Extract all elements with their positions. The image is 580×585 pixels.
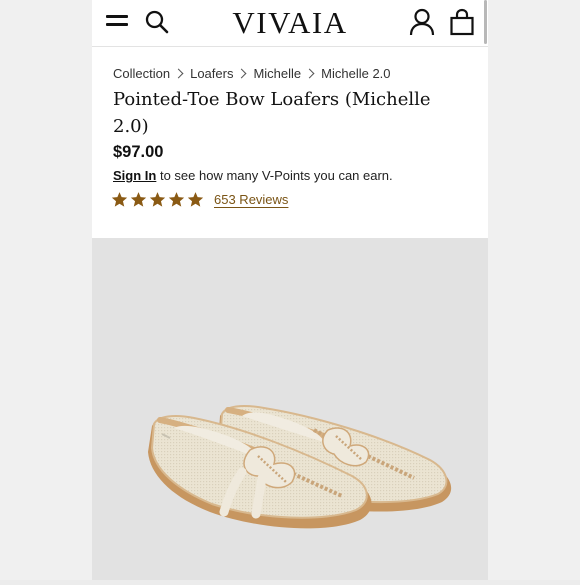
product-info: Collection Loafers Michelle Michelle 2.0… bbox=[92, 47, 488, 238]
product-price: $97.00 bbox=[113, 143, 164, 161]
breadcrumb-item-loafers[interactable]: Loafers bbox=[190, 66, 233, 81]
star-icon bbox=[168, 192, 185, 207]
reviews-link[interactable]: 653 Reviews bbox=[214, 192, 288, 207]
menu-icon[interactable] bbox=[106, 12, 130, 32]
product-rating[interactable]: 653 Reviews bbox=[111, 191, 288, 208]
search-icon[interactable] bbox=[144, 9, 170, 35]
loafers-illustration bbox=[148, 405, 452, 529]
account-icon[interactable] bbox=[408, 7, 436, 37]
chevron-right-icon bbox=[304, 68, 315, 79]
star-icon bbox=[149, 192, 166, 207]
product-image[interactable] bbox=[92, 238, 488, 580]
scrollbar[interactable] bbox=[484, 0, 487, 44]
chevron-right-icon bbox=[173, 68, 184, 79]
product-page: VIVAIA Collection Loafers Michelle Miche… bbox=[92, 0, 488, 580]
site-header: VIVAIA bbox=[92, 0, 488, 47]
v-points-text: to see how many V-Points you can earn. bbox=[156, 168, 393, 183]
breadcrumb-item-michelle[interactable]: Michelle bbox=[253, 66, 301, 81]
star-icon bbox=[130, 192, 147, 207]
star-icon bbox=[111, 192, 128, 207]
sign-in-link[interactable]: Sign In bbox=[113, 168, 156, 183]
rating-stars bbox=[111, 191, 204, 208]
breadcrumb: Collection Loafers Michelle Michelle 2.0 bbox=[113, 66, 391, 81]
shopping-bag-icon[interactable] bbox=[448, 7, 476, 37]
product-title: Pointed-Toe Bow Loafers (Michelle 2.0) bbox=[113, 89, 431, 137]
v-points-message: Sign In to see how many V-Points you can… bbox=[113, 168, 393, 183]
brand-logo[interactable]: VIVAIA bbox=[212, 5, 368, 41]
right-backdrop bbox=[488, 0, 580, 580]
left-backdrop bbox=[0, 0, 92, 580]
breadcrumb-item-michelle-2[interactable]: Michelle 2.0 bbox=[321, 66, 390, 81]
breadcrumb-item-collection[interactable]: Collection bbox=[113, 66, 170, 81]
chevron-right-icon bbox=[237, 68, 247, 79]
star-icon bbox=[187, 192, 204, 207]
